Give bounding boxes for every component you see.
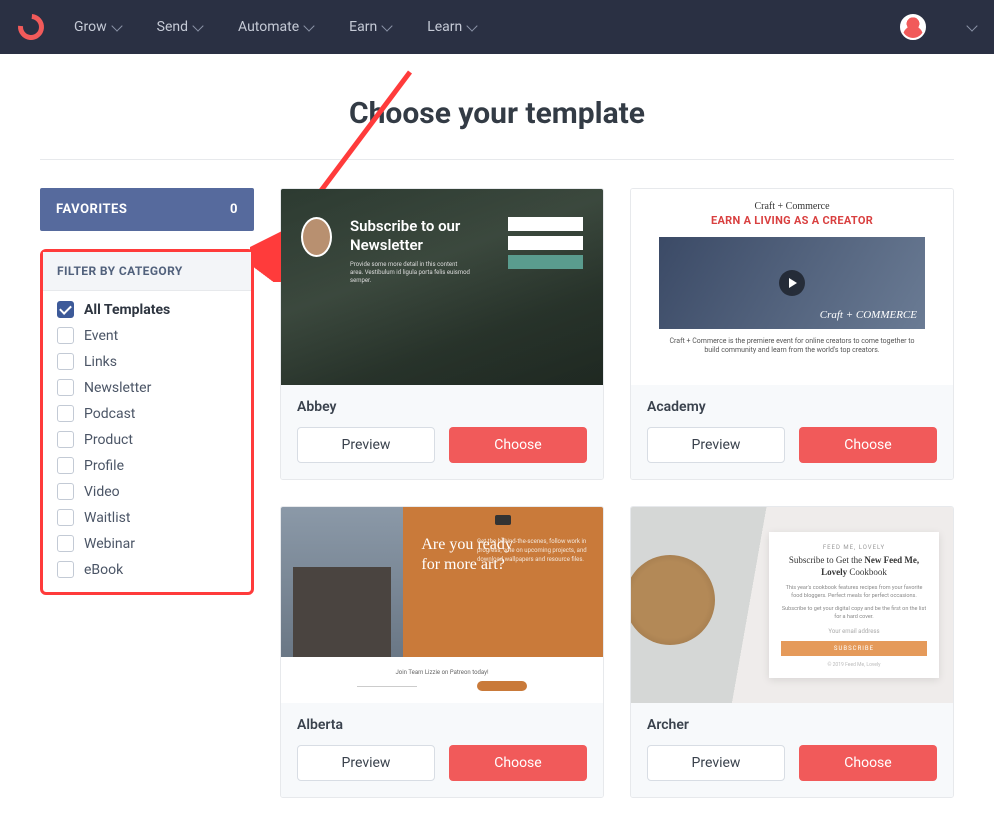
chevron-down-icon <box>192 20 203 31</box>
preview-button[interactable]: Preview <box>647 427 785 463</box>
choose-button[interactable]: Choose <box>799 745 937 781</box>
thumb-lorem: Get the behind-the-scenes, follow work i… <box>477 537 587 564</box>
category-profile[interactable]: Profile <box>57 457 237 474</box>
checkbox-icon[interactable] <box>57 457 74 474</box>
thumb-footer: © 2019 Feed Me, Lovely <box>781 662 927 668</box>
chevron-down-icon[interactable] <box>966 20 977 31</box>
category-newsletter[interactable]: Newsletter <box>57 379 237 396</box>
chevron-down-icon <box>303 20 314 31</box>
choose-button[interactable]: Choose <box>799 427 937 463</box>
page-title: Choose your template <box>40 96 954 131</box>
chevron-down-icon <box>111 20 122 31</box>
template-name: Academy <box>647 399 937 415</box>
category-video[interactable]: Video <box>57 483 237 500</box>
checkbox-icon[interactable] <box>57 405 74 422</box>
thumb-line1: Craft + Commerce <box>659 201 925 212</box>
template-thumbnail[interactable]: Are you ready for more art? Get the behi… <box>281 507 603 703</box>
template-card-academy: Craft + Commerce EARN A LIVING AS A CREA… <box>630 188 954 480</box>
nav-grow[interactable]: Grow <box>74 19 121 35</box>
thumb-lorem: Provide some more detail in this content… <box>350 261 470 286</box>
thumb-lorem: Subscribe to get your digital copy and b… <box>781 606 927 621</box>
chevron-down-icon <box>382 20 393 31</box>
thumb-eyebrow: FEED ME, LOVELY <box>781 544 927 551</box>
thumb-photo <box>281 507 403 657</box>
checkbox-icon[interactable] <box>57 535 74 552</box>
divider <box>40 159 954 160</box>
template-card-alberta: Are you ready for more art? Get the behi… <box>280 506 604 798</box>
checkbox-icon[interactable] <box>57 301 74 318</box>
template-thumbnail[interactable]: Subscribe to our Newsletter Provide some… <box>281 189 603 385</box>
category-ebook[interactable]: eBook <box>57 561 237 578</box>
thumb-heading: Subscribe to Get the New Feed Me, Lovely… <box>781 555 927 578</box>
checkbox-icon[interactable] <box>57 561 74 578</box>
template-card-abbey: Subscribe to our Newsletter Provide some… <box>280 188 604 480</box>
account-avatar[interactable] <box>900 14 926 40</box>
template-name: Abbey <box>297 399 587 415</box>
sidebar: FAVORITES 0 FILTER BY CATEGORY All Templ… <box>40 188 254 595</box>
preview-button[interactable]: Preview <box>297 427 435 463</box>
thumb-headline: Subscribe to our Newsletter <box>350 217 490 255</box>
filter-heading: FILTER BY CATEGORY <box>43 252 251 291</box>
thumb-subscribe: SUBSCRIBE <box>781 641 927 656</box>
category-webinar[interactable]: Webinar <box>57 535 237 552</box>
play-icon <box>779 270 805 296</box>
top-navbar: Grow Send Automate Earn Learn <box>0 0 994 54</box>
chevron-down-icon <box>467 20 478 31</box>
category-links[interactable]: Links <box>57 353 237 370</box>
category-product[interactable]: Product <box>57 431 237 448</box>
preview-button[interactable]: Preview <box>647 745 785 781</box>
checkbox-icon[interactable] <box>57 327 74 344</box>
filter-by-category: FILTER BY CATEGORY All Templates Event L… <box>40 249 254 595</box>
nav-links: Grow Send Automate Earn Learn <box>74 19 476 35</box>
favorites-bar[interactable]: FAVORITES 0 <box>40 188 254 231</box>
checkbox-icon[interactable] <box>57 509 74 526</box>
thumb-cta-bar: Join Team Lizzie on Patreon today! <box>281 657 603 703</box>
video-badge: Craft + COMMERCE <box>820 309 917 321</box>
template-card-archer: FEED ME, LOVELY Subscribe to Get the New… <box>630 506 954 798</box>
category-all-templates[interactable]: All Templates <box>57 301 237 318</box>
page: Choose your template FAVORITES 0 FILTER … <box>0 54 994 798</box>
template-name: Archer <box>647 717 937 733</box>
nav-earn[interactable]: Earn <box>349 19 391 35</box>
checkbox-icon[interactable] <box>57 353 74 370</box>
nav-learn[interactable]: Learn <box>427 19 476 35</box>
thumb-caption: Craft + Commerce is the premiere event f… <box>659 337 925 355</box>
checkbox-icon[interactable] <box>57 379 74 396</box>
category-waitlist[interactable]: Waitlist <box>57 509 237 526</box>
thumb-photo <box>631 555 715 645</box>
template-name: Alberta <box>297 717 587 733</box>
thumb-line2: EARN A LIVING AS A CREATOR <box>659 214 925 227</box>
nav-automate[interactable]: Automate <box>238 19 313 35</box>
video-preview: Craft + COMMERCE <box>659 237 925 329</box>
nav-send[interactable]: Send <box>157 19 202 35</box>
choose-button[interactable]: Choose <box>449 427 587 463</box>
template-grid: Subscribe to our Newsletter Provide some… <box>280 188 954 798</box>
thumb-lorem: This year's cookbook features recipes fr… <box>781 585 927 600</box>
avatar-icon <box>301 217 332 257</box>
thumb-form <box>508 217 583 385</box>
thumb-email: Your email address <box>781 628 927 635</box>
brand-logo[interactable] <box>13 9 50 46</box>
template-thumbnail[interactable]: FEED ME, LOVELY Subscribe to Get the New… <box>631 507 953 703</box>
favorites-count: 0 <box>230 202 238 217</box>
category-list: All Templates Event Links Newsletter Pod… <box>43 291 251 578</box>
checkbox-icon[interactable] <box>57 483 74 500</box>
layout: FAVORITES 0 FILTER BY CATEGORY All Templ… <box>40 188 954 798</box>
favorites-label: FAVORITES <box>56 202 127 217</box>
category-podcast[interactable]: Podcast <box>57 405 237 422</box>
preview-button[interactable]: Preview <box>297 745 435 781</box>
choose-button[interactable]: Choose <box>449 745 587 781</box>
checkbox-icon[interactable] <box>57 431 74 448</box>
template-thumbnail[interactable]: Craft + Commerce EARN A LIVING AS A CREA… <box>631 189 953 385</box>
thumb-modal: FEED ME, LOVELY Subscribe to Get the New… <box>769 532 939 677</box>
category-event[interactable]: Event <box>57 327 237 344</box>
